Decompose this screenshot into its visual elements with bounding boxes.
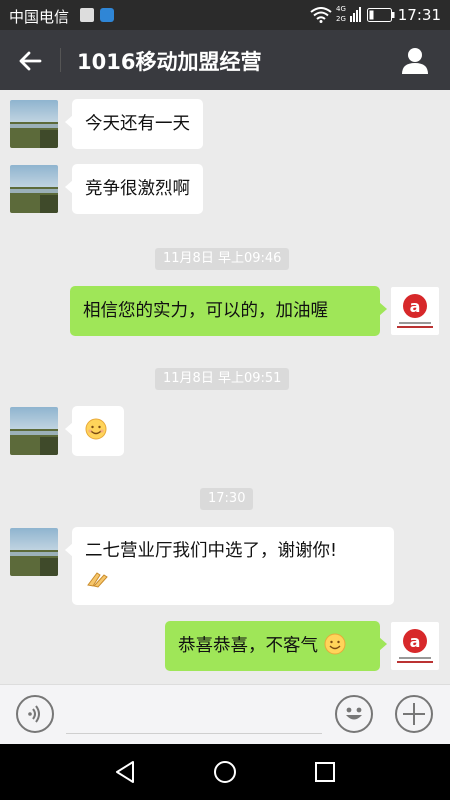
emoji-icon: [346, 707, 362, 720]
system-navigation-bar: [0, 744, 450, 800]
timestamp: 11月8日 早上09:51: [155, 368, 290, 390]
wifi-icon: [310, 7, 332, 23]
status-bar: 中国电信 4G 2G 17:31: [0, 0, 450, 30]
message-notification-icon: [100, 8, 114, 22]
message-bubble[interactable]: 二七营业厅我们中选了，谢谢你!: [65, 527, 394, 605]
contact-avatar[interactable]: [10, 100, 58, 148]
contact-avatar[interactable]: [10, 165, 58, 213]
svg-text:a: a: [410, 297, 421, 316]
my-avatar[interactable]: a: [391, 287, 439, 335]
nav-back-icon[interactable]: [111, 758, 139, 786]
message-text: 相信您的实力，可以的，加油喔: [83, 301, 328, 321]
voice-icon: [28, 705, 40, 723]
timestamp: 11月8日 早上09:46: [155, 248, 290, 270]
text-input-field[interactable]: [66, 733, 322, 734]
smile-emoji-icon: [324, 633, 346, 655]
plus-icon: [403, 703, 425, 725]
message-text: 今天还有一天: [85, 114, 190, 134]
carrier-label: 中国电信: [9, 8, 70, 26]
contact-avatar[interactable]: [10, 528, 58, 576]
clapping-hands-emoji-icon: [87, 572, 108, 588]
my-avatar[interactable]: a: [391, 622, 439, 670]
timestamp: 17:30: [200, 488, 254, 510]
message-bubble[interactable]: [65, 406, 124, 456]
message-text: 恭喜恭喜，不客气: [178, 636, 318, 656]
battery-icon: [367, 8, 395, 22]
back-arrow-icon[interactable]: [14, 45, 46, 77]
chat-title: 1016移动加盟经营: [77, 50, 262, 74]
message-text: 竞争很激烈啊: [85, 179, 190, 199]
message-bubble[interactable]: 相信您的实力，可以的，加油喔: [70, 286, 387, 336]
more-options-button[interactable]: [395, 695, 433, 733]
input-bar: [0, 684, 450, 744]
signal-icon: [350, 7, 361, 22]
message-bubble[interactable]: 今天还有一天: [65, 99, 203, 149]
network-type-label: 4G 2G: [336, 5, 346, 23]
photo-notification-icon: [80, 8, 94, 22]
message-text: 二七营业厅我们中选了，谢谢你!: [85, 541, 338, 561]
message-bubble[interactable]: 恭喜恭喜，不客气: [165, 621, 387, 671]
clock: 17:31: [397, 6, 441, 24]
contact-info-icon[interactable]: [400, 45, 430, 75]
voice-input-button[interactable]: [16, 695, 54, 733]
message-bubble[interactable]: 竞争很激烈啊: [65, 164, 203, 214]
chat-header: 1016移动加盟经营: [0, 30, 450, 90]
nav-home-icon[interactable]: [211, 758, 239, 786]
emoji-button[interactable]: [335, 695, 373, 733]
smile-emoji-icon: [85, 418, 107, 440]
nav-recents-icon[interactable]: [311, 758, 339, 786]
header-divider: [60, 48, 61, 72]
contact-avatar[interactable]: [10, 407, 58, 455]
svg-text:a: a: [410, 632, 421, 651]
